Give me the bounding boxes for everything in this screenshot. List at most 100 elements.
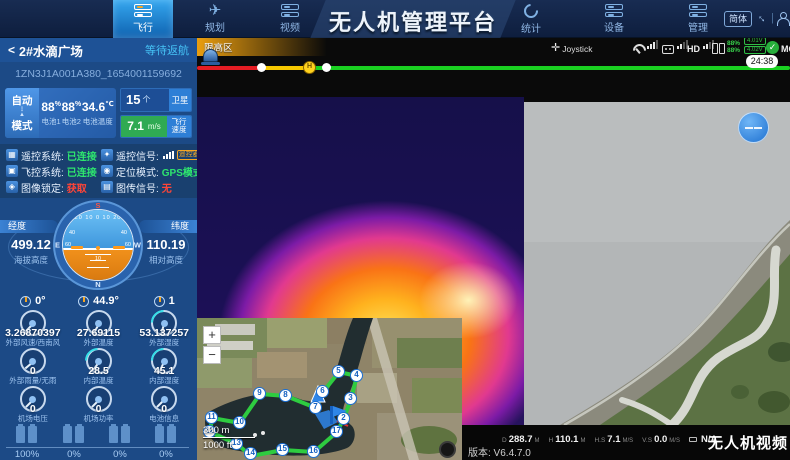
drone-video-label: 无人机视频 [708, 432, 790, 453]
waypoint-marker[interactable]: 14 [244, 447, 257, 460]
flight-icon [134, 4, 152, 17]
waypoint-marker[interactable]: 11 [205, 411, 218, 424]
waypoint-marker[interactable]: 6 [316, 385, 329, 398]
aircraft-wing-right [113, 246, 125, 249]
summary-cards: 自动 ⋮▲ 模式 88% 电池1 88% 电池2 34.6℃ 电池温度 [0, 86, 197, 144]
gauge-ext-humidity: 53.137257 外部湿度 [131, 310, 197, 348]
gauge-battery-info: 0 电池信息 [131, 386, 197, 424]
flight-sidebar: < 2#水滴广场 等待返航 1ZN3J1A001A380_16540011596… [0, 38, 197, 460]
pitch-scale: 20 10 0 10 20 [63, 215, 133, 221]
link-status-grid: ▦ 遥控系统: 已连接 ✦ 遥控信号: 遥控器 ▣ 飞控系统: 已连接 ◉ 定位… [0, 144, 197, 198]
image-lock-status: ◈ 图像锁定: 获取 [6, 180, 101, 195]
fc-system-icon: ▣ [6, 165, 18, 177]
flight-status-label: 等待返航 [145, 42, 189, 58]
waypoint-marker[interactable]: 2 [337, 412, 350, 425]
compass-e: E [55, 241, 60, 250]
rc-signal-indicator [662, 40, 688, 54]
battery-group-percent: 0% [144, 449, 188, 460]
fullscreen-icon[interactable]: ↔ [754, 10, 770, 26]
gimbal-compass-button[interactable] [738, 112, 769, 143]
battery-card: 自动 ⋮▲ 模式 88% 电池1 88% 电池2 34.6℃ 电池温度 [5, 88, 116, 138]
tab-statistics[interactable]: 统计 [501, 0, 561, 38]
rtk-dial: 1 [131, 292, 197, 310]
mode-dots-icon: ⋮▲ [19, 108, 25, 118]
gps-signal-bars [646, 36, 658, 54]
telemetry-bottom-bar: 版本: V6.4.7.0 D 288.7 M H 110.1 M H.S 7.1… [462, 425, 790, 460]
drone-name: 2#水滴广场 [19, 41, 145, 60]
satellite-dish-icon [633, 44, 644, 54]
waypoint-marker[interactable]: 15 [276, 443, 289, 456]
top-nav: 飞行 ✈ 规划 视频 无人机管理平台 统计 设备 管理 简体 ↔ | [0, 0, 790, 38]
battery-group-percent: 100% [5, 449, 49, 460]
slider-segment-red [197, 66, 261, 70]
user-icon[interactable] [777, 12, 788, 25]
waypoint-marker[interactable]: 17 [330, 425, 343, 438]
waypoint-marker[interactable]: 4 [350, 369, 363, 382]
waypoint-marker[interactable]: 3 [344, 392, 357, 405]
slider-home-handle[interactable]: H [303, 61, 316, 74]
voltage-indicator: 4.01V 4.02V [744, 40, 766, 54]
rc-system-status: ▦ 遥控系统: 已连接 [6, 148, 101, 163]
battery-group-percent: 0% [52, 449, 96, 460]
flight-timer-badge: 24:38 [746, 55, 778, 68]
divider [6, 447, 189, 448]
tab-statistics-label: 统计 [521, 20, 541, 35]
aircraft-wing-left [71, 246, 83, 249]
image-lock-icon: ◈ [6, 181, 18, 193]
minimap-panel[interactable]: 2 3 4 5 6 7 8 9 10 11 12 13 14 15 16 17 … [197, 318, 462, 460]
waypoint-marker[interactable]: 8 [279, 389, 292, 402]
tab-flight[interactable]: 飞行 [113, 0, 173, 38]
metric-vertical-speed: V.S 0.0 M/S [642, 434, 680, 445]
firmware-version: 版本: V6.4.7.0 [468, 444, 531, 459]
attitude-section: 经度 499.12 海拔高度 纬度 110.19 相对高度 S N E W 20… [0, 198, 197, 292]
waypoint-marker[interactable]: 9 [253, 387, 266, 400]
relative-height-label: 相对高度 [135, 254, 197, 266]
tab-management-label: 管理 [688, 19, 708, 34]
voltage2-badge: 4.02V [744, 46, 766, 54]
rc-tag: 遥控器 [177, 150, 197, 160]
waypoint-marker[interactable]: 10 [233, 416, 246, 429]
sat-speed-column: 15 个 卫星 7.1 m/s 飞行 速度 [120, 88, 192, 138]
waypoint-marker[interactable]: 7 [309, 401, 322, 414]
rc-system-icon: ▦ [6, 149, 18, 161]
tab-video-label: 视频 [280, 19, 300, 34]
waypoint-marker[interactable]: 5 [332, 365, 345, 378]
latitude-banner: 纬度 [139, 220, 197, 233]
back-arrow[interactable]: < [8, 43, 15, 57]
slider-dot-right[interactable] [322, 63, 331, 72]
mini-dials-row: 0° 44.9° 1 [0, 292, 197, 310]
tab-planning[interactable]: ✈ 规划 [185, 0, 245, 38]
chart-icon [521, 1, 541, 21]
hd-label: HD [687, 44, 700, 54]
map-zoom-out-button[interactable]: − [203, 346, 221, 364]
map-scale-meters: 300 m [203, 425, 229, 436]
flight-mode-box[interactable]: 自动 ⋮▲ 模式 [5, 88, 39, 138]
tab-flight-label: 飞行 [133, 19, 153, 34]
app-window: 飞行 ✈ 规划 视频 无人机管理平台 统计 设备 管理 简体 ↔ | 限高区 [0, 0, 790, 460]
tab-management[interactable]: 管理 [668, 0, 728, 38]
map-locate-button[interactable] [439, 441, 456, 458]
slider-dot-left[interactable] [257, 63, 266, 72]
image-signal-status: ▤ 图传信号: 无 [101, 180, 197, 195]
visible-camera-feed[interactable] [524, 102, 790, 425]
management-icon [689, 4, 707, 17]
gauge-int-temperature: 28.5 内部温度 [66, 348, 132, 386]
tab-video[interactable]: 视频 [260, 0, 320, 38]
map-zoom-in-button[interactable]: + [203, 326, 221, 344]
joystick-button[interactable]: ✛ Joystick [551, 40, 592, 54]
alarm-bell-icon[interactable] [203, 49, 218, 62]
plane-icon: ✈ [209, 4, 222, 17]
battery-percents: 88% 88% [727, 41, 740, 54]
link-status: ✓ MQ [766, 40, 790, 54]
attitude-indicator: S N E W 20 10 0 10 20 40 40 60 60 10 [53, 200, 143, 290]
language-toggle[interactable]: 简体 [724, 11, 752, 27]
wind-direction-dial: 0° [0, 292, 66, 310]
voltage1-badge: 4.01V [744, 37, 766, 45]
metric-height: H 110.1 M [548, 434, 585, 445]
rtk-dial-icon [154, 296, 165, 307]
gauge-ext-temperature: 27.69115 外部温度 [66, 310, 132, 348]
waypoint-marker[interactable]: 16 [307, 445, 320, 458]
battery-pack-icon [712, 43, 725, 54]
rc-signal-strength-bars [162, 146, 174, 164]
tab-devices[interactable]: 设备 [584, 0, 644, 38]
